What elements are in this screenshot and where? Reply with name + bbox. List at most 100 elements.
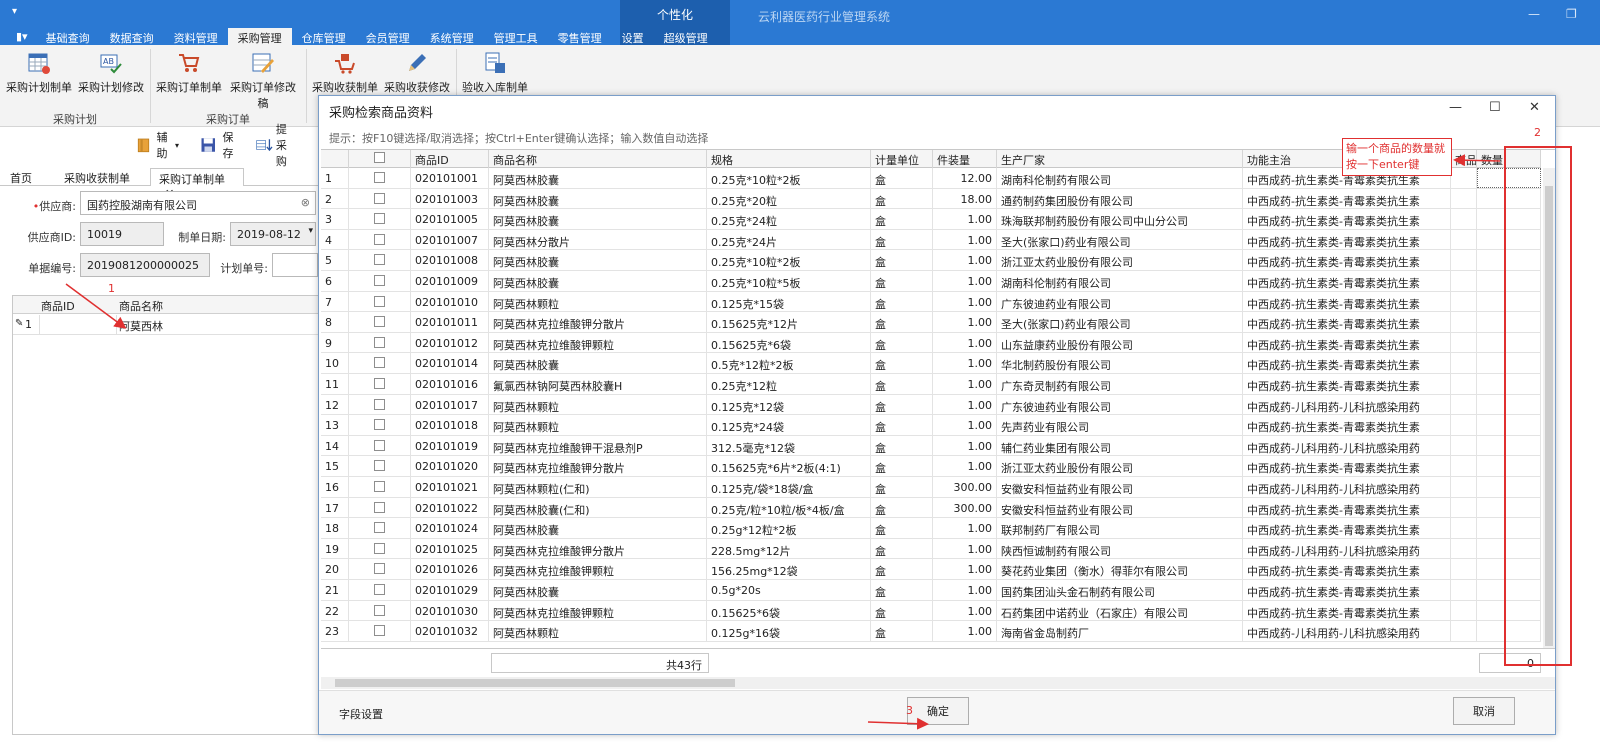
product-id-cell[interactable] xyxy=(39,315,117,334)
supplier-input[interactable]: 国药控股湖南有限公司 ⊗ xyxy=(80,191,316,215)
row-checkbox[interactable] xyxy=(374,563,385,575)
row-checkbox[interactable] xyxy=(374,378,385,389)
product-name-cell[interactable]: 阿莫西林颗粒 xyxy=(489,621,707,642)
row-checkbox[interactable] xyxy=(374,316,385,328)
unit-cell[interactable]: 盒 xyxy=(871,497,933,518)
spec-cell[interactable]: 312.5毫克*12袋 xyxy=(707,435,871,456)
spec-cell[interactable]: 0.15625克*12片 xyxy=(707,312,871,333)
tab-super-admin[interactable]: 超级管理 xyxy=(654,28,718,45)
pack-qty-cell[interactable]: 1.00 xyxy=(933,621,997,642)
indication-cell[interactable]: 中西成药-抗生素类-青霉素类抗生素 xyxy=(1243,332,1451,353)
row-checkbox[interactable] xyxy=(374,419,385,431)
unit-cell[interactable]: 盒 xyxy=(871,271,933,291)
pack-qty-cell[interactable]: 1.00 xyxy=(933,209,997,230)
table-row[interactable]: 13 020101018 阿莫西林颗粒 0.125克*24袋盒 1.00 先声药业有限公司… xyxy=(321,415,1541,436)
spec-cell[interactable]: 0.125克/袋*18袋/盒 xyxy=(707,477,871,497)
unit-cell[interactable]: 盒 xyxy=(871,415,933,436)
doc-tab-purchase-order[interactable]: 采购订单制单 ✕ xyxy=(150,168,244,200)
manufacturer-cell[interactable]: 浙江亚太药业股份有限公司 xyxy=(997,250,1243,271)
table-row[interactable]: 6 020101009 阿莫西林胶囊 0.25克*10粒*5板盒 1.00 湖南科伦制药有… xyxy=(321,271,1541,292)
inspection-stock-in-button[interactable]: 验收入库制单 xyxy=(462,49,528,99)
unit-cell[interactable]: 盒 xyxy=(871,394,933,415)
product-id-cell[interactable]: 020101021 xyxy=(411,477,489,497)
spec-cell[interactable]: 0.25克*24粒 xyxy=(707,209,871,230)
spec-cell[interactable]: 0.125克*24袋 xyxy=(707,415,871,436)
pack-qty-cell[interactable]: 12.00 xyxy=(933,168,997,188)
spec-cell[interactable]: 0.125克*12袋 xyxy=(707,394,871,415)
product-id-cell[interactable]: 020101007 xyxy=(411,229,489,250)
pack-qty-cell[interactable]: 1.00 xyxy=(933,353,997,374)
spec-cell[interactable]: 0.25克*12粒 xyxy=(707,374,871,394)
product-name-cell[interactable]: 阿莫西林克拉维酸钾颗粒 xyxy=(489,332,707,353)
spec-cell[interactable]: 0.15625*6袋 xyxy=(707,600,871,621)
pack-qty-cell[interactable]: 1.00 xyxy=(933,456,997,477)
purchase-order-create-button[interactable]: 采购订单制单 xyxy=(156,49,222,99)
tab-basic-query[interactable]: 基础查询 xyxy=(36,28,100,45)
header-select-all[interactable] xyxy=(349,150,411,168)
minimize-icon[interactable]: — xyxy=(1528,7,1540,21)
pack-qty-cell[interactable]: 1.00 xyxy=(933,312,997,333)
minimize-icon[interactable]: — xyxy=(1449,100,1462,115)
save-button[interactable]: 保存 xyxy=(200,131,239,160)
tab-system[interactable]: 系统管理 xyxy=(420,28,484,45)
row-select-cell[interactable] xyxy=(349,168,411,188)
product-id-cell[interactable]: 020101001 xyxy=(411,168,489,188)
indication-cell[interactable]: 中西成药-儿科用药-儿科抗感染用药 xyxy=(1243,435,1451,456)
product-extra-cell[interactable] xyxy=(1451,188,1477,209)
product-extra-cell[interactable] xyxy=(1451,394,1477,415)
header-manufacturer[interactable]: 生产厂家 xyxy=(997,150,1243,168)
table-row[interactable]: 17 020101022 阿莫西林胶囊(仁和) 0.25克/粒*10粒/板*4板/盒盒… xyxy=(321,497,1541,519)
product-id-cell[interactable]: 020101017 xyxy=(411,394,489,415)
purchase-receive-edit-button[interactable]: 采购收获修改 xyxy=(384,49,450,99)
table-row[interactable]: 20 020101026 阿莫西林克拉维酸钾颗粒 156.25mg*12袋盒 1.00 葵… xyxy=(321,559,1541,580)
pack-qty-cell[interactable]: 1.00 xyxy=(933,250,997,271)
row-select-cell[interactable] xyxy=(349,456,411,477)
indication-cell[interactable]: 中西成药-抗生素类-青霉素类抗生素 xyxy=(1243,600,1451,621)
confirm-button[interactable]: 确定 xyxy=(907,697,969,725)
product-name-cell[interactable]: 阿莫西林克拉维酸钾分散片 xyxy=(489,312,707,333)
table-row[interactable]: 14 020101019 阿莫西林克拉维酸钾干混悬剂P 312.5毫克*12袋盒 1.0… xyxy=(321,435,1541,457)
pack-qty-cell[interactable]: 1.00 xyxy=(933,291,997,312)
product-extra-cell[interactable] xyxy=(1451,456,1477,477)
row-checkbox[interactable] xyxy=(374,460,385,472)
row-select-cell[interactable] xyxy=(349,271,411,291)
unit-cell[interactable]: 盒 xyxy=(871,518,933,539)
row-select-cell[interactable] xyxy=(349,435,411,456)
product-name-cell[interactable]: 阿莫西林 xyxy=(119,318,163,334)
spec-cell[interactable]: 0.5g*20s xyxy=(707,580,871,600)
unit-cell[interactable]: 盒 xyxy=(871,374,933,394)
header-product-id[interactable]: 商品ID xyxy=(411,150,489,168)
row-select-cell[interactable] xyxy=(349,209,411,230)
unit-cell[interactable]: 盒 xyxy=(871,353,933,374)
table-row[interactable]: 2 020101003 阿莫西林胶囊 0.25克*20粒盒 18.00 通药制药集团股份有… xyxy=(321,188,1541,210)
product-extra-cell[interactable] xyxy=(1451,415,1477,436)
order-date-field[interactable]: 2019-08-12 ▾ xyxy=(230,222,316,246)
product-name-cell[interactable]: 阿莫西林胶囊 xyxy=(489,580,707,600)
unit-cell[interactable]: 盒 xyxy=(871,229,933,250)
field-settings-link[interactable]: 字段设置 xyxy=(339,706,383,722)
product-extra-cell[interactable] xyxy=(1451,518,1477,539)
fetch-purchase-button[interactable]: 提采购 xyxy=(256,123,297,168)
manufacturer-cell[interactable]: 圣大(张家口)药业有限公司 xyxy=(997,312,1243,333)
product-id-cell[interactable]: 020101020 xyxy=(411,456,489,477)
row-checkbox[interactable] xyxy=(374,481,385,492)
product-name-cell[interactable]: 阿莫西林颗粒 xyxy=(489,291,707,312)
table-row[interactable]: 9 020101012 阿莫西林克拉维酸钾颗粒 0.15625克*6袋盒 1.00 山东益… xyxy=(321,332,1541,354)
indication-cell[interactable]: 中西成药-抗生素类-青霉素类抗生素 xyxy=(1243,188,1451,209)
row-select-cell[interactable] xyxy=(349,250,411,271)
restore-icon[interactable]: ❐ xyxy=(1566,7,1577,21)
indication-cell[interactable]: 中西成药-抗生素类-青霉素类抗生素 xyxy=(1243,497,1451,518)
header-spec[interactable]: 规格 xyxy=(707,150,871,168)
pack-qty-cell[interactable]: 1.00 xyxy=(933,229,997,250)
unit-cell[interactable]: 盒 xyxy=(871,188,933,209)
pack-qty-cell[interactable]: 1.00 xyxy=(933,600,997,621)
header-product-name[interactable]: 商品名称 xyxy=(489,150,707,168)
table-row[interactable]: 5 020101008 阿莫西林胶囊 0.25克*10粒*2板盒 1.00 浙江亚太药业股… xyxy=(321,250,1541,271)
indication-cell[interactable]: 中西成药-抗生素类-青霉素类抗生素 xyxy=(1243,518,1451,539)
tab-settings[interactable]: 设置 xyxy=(612,28,654,45)
product-name-cell[interactable]: 阿莫西林颗粒 xyxy=(489,394,707,415)
indication-cell[interactable]: 中西成药-抗生素类-青霉素类抗生素 xyxy=(1243,312,1451,333)
table-row[interactable]: ✎ 1 阿莫西林 xyxy=(13,315,331,335)
product-id-cell[interactable]: 020101011 xyxy=(411,312,489,333)
tab-data-query[interactable]: 数据查询 xyxy=(100,28,164,45)
